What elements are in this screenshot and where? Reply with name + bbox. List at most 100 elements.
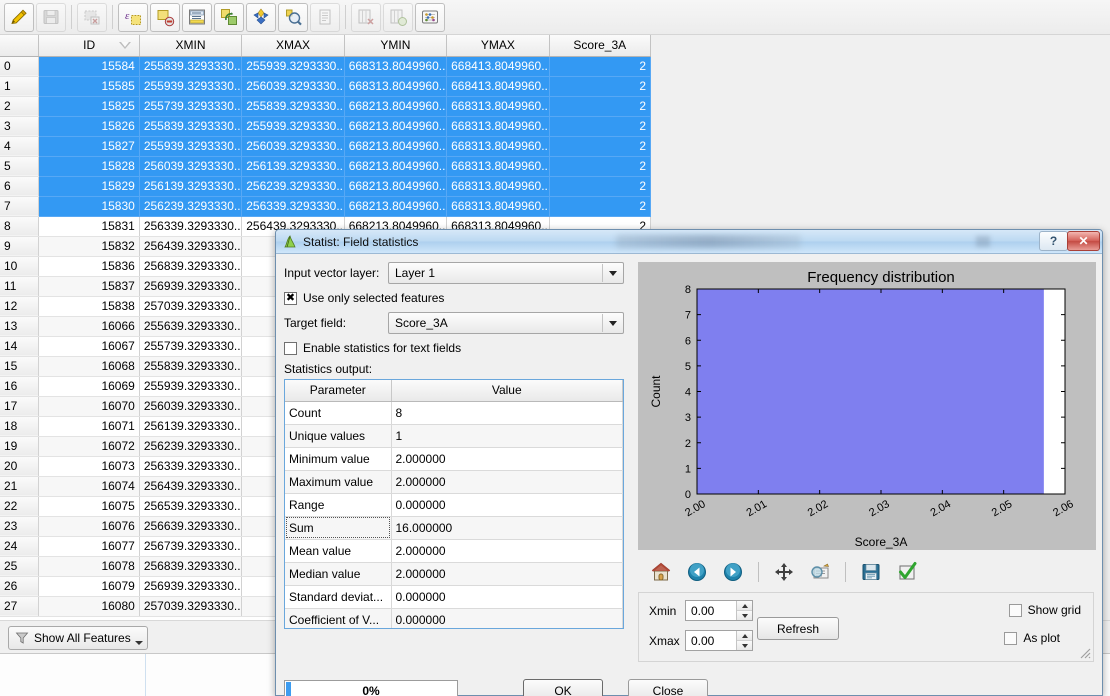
row-index-cell[interactable]: 25 (0, 556, 40, 577)
cell-id[interactable]: 16079 (38, 576, 140, 597)
plot-zoom-rect-button[interactable] (807, 559, 833, 585)
cell-ymin[interactable]: 668313.8049960... (344, 56, 448, 77)
input-layer-select[interactable]: Layer 1 (388, 262, 624, 284)
cell-id[interactable]: 16068 (38, 356, 140, 377)
cell-xmax[interactable]: 255939.3293330... (241, 116, 345, 137)
row-index-cell[interactable]: 7 (0, 196, 40, 217)
cell-id[interactable]: 16072 (38, 436, 140, 457)
statistics-row[interactable]: Minimum value 2.000000 (285, 447, 623, 471)
cell-xmin[interactable]: 257039.3293330... (139, 596, 243, 617)
cell-xmin[interactable]: 256439.3293330... (139, 476, 243, 497)
cell-id[interactable]: 16067 (38, 336, 140, 357)
cell-id[interactable]: 15831 (38, 216, 140, 237)
plot-forward-button[interactable] (720, 559, 746, 585)
xmin-stepper[interactable] (736, 601, 752, 620)
delete-selected-button[interactable] (77, 2, 107, 32)
cell-id[interactable]: 16066 (38, 316, 140, 337)
table-row[interactable]: 5 15828 256039.3293330... 256139.3293330...… (0, 156, 652, 177)
cell-xmin[interactable]: 256739.3293330... (139, 536, 243, 557)
cell-ymin[interactable]: 668213.8049960... (344, 136, 448, 157)
plot-pan-button[interactable] (771, 559, 797, 585)
cell-id[interactable]: 15584 (38, 56, 140, 77)
row-index-cell[interactable]: 17 (0, 396, 40, 417)
cell-id[interactable]: 15830 (38, 196, 140, 217)
row-index-cell[interactable]: 22 (0, 496, 40, 517)
zoom-map-to-selected-button[interactable] (278, 2, 308, 32)
cell-id[interactable]: 15825 (38, 96, 140, 117)
row-index-cell[interactable]: 10 (0, 256, 40, 277)
table-row[interactable]: 7 15830 256239.3293330... 256339.3293330...… (0, 196, 652, 217)
cell-score-3a[interactable]: 2 (549, 56, 652, 77)
cell-xmin[interactable]: 256039.3293330... (139, 396, 243, 417)
copy-selected-rows-button[interactable] (310, 2, 340, 32)
cell-ymin[interactable]: 668213.8049960... (344, 196, 448, 217)
cell-score-3a[interactable]: 2 (549, 176, 652, 197)
column-header-xmax[interactable]: XMAX (241, 35, 345, 57)
row-index-cell[interactable]: 20 (0, 456, 40, 477)
cell-xmax[interactable]: 256039.3293330... (241, 76, 345, 97)
xmax-input[interactable]: 0.00 (685, 630, 753, 651)
cell-ymax[interactable]: 668313.8049960... (446, 136, 550, 157)
table-row[interactable]: 0 15584 255839.3293330... 255939.3293330...… (0, 56, 652, 77)
row-index-cell[interactable]: 15 (0, 356, 40, 377)
plot-back-button[interactable] (684, 559, 710, 585)
row-index-cell[interactable]: 9 (0, 236, 40, 257)
cell-xmin[interactable]: 255739.3293330... (139, 96, 243, 117)
cell-id[interactable]: 16073 (38, 456, 140, 477)
statistics-row[interactable]: Range 0.000000 (285, 493, 623, 517)
table-row[interactable]: 2 15825 255739.3293330... 255839.3293330...… (0, 96, 652, 117)
row-index-cell[interactable]: 2 (0, 96, 40, 117)
row-index-header[interactable] (0, 35, 40, 57)
new-column-button[interactable] (383, 2, 413, 32)
cell-id[interactable]: 15585 (38, 76, 140, 97)
statistics-row[interactable]: Count 8 (285, 401, 623, 425)
xmax-step-up[interactable] (737, 631, 752, 641)
statistics-row[interactable]: Standard deviat... 0.000000 (285, 585, 623, 609)
resize-grip-icon[interactable] (1077, 645, 1091, 659)
cell-xmin[interactable]: 256239.3293330... (139, 196, 243, 217)
cell-xmax[interactable]: 255939.3293330... (241, 56, 345, 77)
pan-map-to-selected-button[interactable] (246, 2, 276, 32)
cell-ymax[interactable]: 668313.8049960... (446, 156, 550, 177)
row-index-cell[interactable]: 6 (0, 176, 40, 197)
cell-xmax[interactable]: 255839.3293330... (241, 96, 345, 117)
plot-save-button[interactable] (858, 559, 884, 585)
statistics-row[interactable]: Maximum value 2.000000 (285, 470, 623, 494)
cell-xmin[interactable]: 255739.3293330... (139, 336, 243, 357)
row-index-cell[interactable]: 3 (0, 116, 40, 137)
plot-home-button[interactable] (648, 559, 674, 585)
dialog-title-bar[interactable]: Statist: Field statistics ? ✕ (276, 230, 1102, 254)
cell-ymin[interactable]: 668213.8049960... (344, 176, 448, 197)
cell-ymax[interactable]: 668413.8049960... (446, 56, 550, 77)
cell-id[interactable]: 15836 (38, 256, 140, 277)
statistics-header-parameter[interactable]: Parameter (285, 380, 392, 402)
cell-xmin[interactable]: 256939.3293330... (139, 576, 243, 597)
cell-xmin[interactable]: 255939.3293330... (139, 136, 243, 157)
cell-xmin[interactable]: 256839.3293330... (139, 556, 243, 577)
delete-column-button[interactable] (351, 2, 381, 32)
row-index-cell[interactable]: 24 (0, 536, 40, 557)
cell-xmin[interactable]: 255839.3293330... (139, 56, 243, 77)
row-index-cell[interactable]: 8 (0, 216, 40, 237)
row-index-cell[interactable]: 18 (0, 416, 40, 437)
statistics-row[interactable]: Mean value 2.000000 (285, 539, 623, 563)
cell-ymin[interactable]: 668213.8049960... (344, 116, 448, 137)
chevron-down-icon[interactable] (602, 314, 622, 332)
ok-button[interactable]: OK (523, 679, 603, 696)
cell-xmin[interactable]: 256039.3293330... (139, 156, 243, 177)
cell-xmax[interactable]: 256139.3293330... (241, 156, 345, 177)
cell-id[interactable]: 15826 (38, 116, 140, 137)
cell-id[interactable]: 16071 (38, 416, 140, 437)
xmin-step-up[interactable] (737, 601, 752, 611)
select-by-expression-button[interactable]: ε (118, 2, 148, 32)
save-edits-button[interactable] (36, 2, 66, 32)
column-header-id[interactable]: ID (38, 35, 140, 57)
cell-xmin[interactable]: 256939.3293330... (139, 276, 243, 297)
cell-id[interactable]: 15837 (38, 276, 140, 297)
xmin-step-down[interactable] (737, 611, 752, 620)
table-row[interactable]: 4 15827 255939.3293330... 256039.3293330...… (0, 136, 652, 157)
cell-ymin[interactable]: 668213.8049960... (344, 96, 448, 117)
deselect-all-button[interactable] (150, 2, 180, 32)
cell-xmin[interactable]: 256639.3293330... (139, 516, 243, 537)
statistics-row[interactable]: Coefficient of V... 0.000000 (285, 608, 623, 628)
